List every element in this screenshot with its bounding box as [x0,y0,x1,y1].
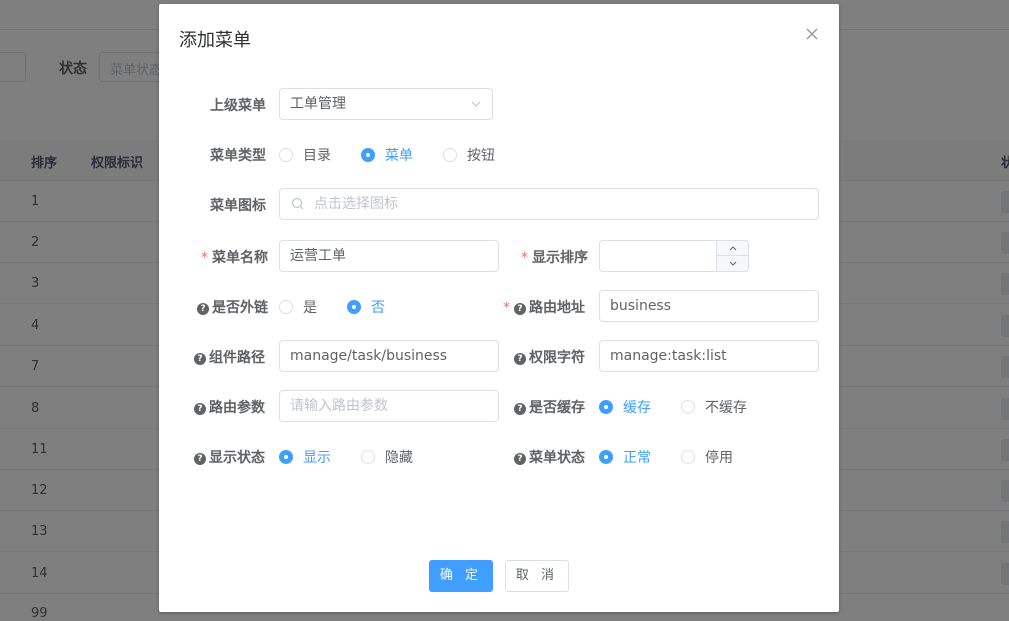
radio-label: 是 [303,300,317,316]
label-text: 菜单名称 [212,250,268,266]
question-icon[interactable]: ? [194,353,206,365]
route-params-input[interactable]: 请输入路由参数 [279,390,499,422]
question-icon[interactable]: ? [197,303,209,315]
radio-circle [681,450,695,464]
menu-name-label: * 菜单名称 [201,247,268,267]
search-icon [291,189,305,219]
is-cache-radio-cache[interactable]: 缓存 [599,397,651,417]
menu-status-radio-normal[interactable]: 正常 [599,447,651,467]
radio-label: 缓存 [623,400,651,416]
menu-icon-placeholder: 点击选择图标 [314,196,398,212]
label-text: 组件路径 [209,350,265,366]
is-external-radio-no[interactable]: 否 [347,297,385,317]
menu-type-radio-menu[interactable]: 菜单 [361,145,413,165]
route-params-label: ? 路由参数 [194,397,265,417]
radio-label: 停用 [705,450,733,466]
radio-label: 按钮 [467,148,495,164]
radio-label: 显示 [303,450,331,466]
route-path-label: *? 路由地址 [503,297,585,317]
visible-label: ? 显示状态 [194,447,265,467]
radio-circle [361,148,375,162]
component-path-label: ? 组件路径 [194,347,265,367]
stepper-increase-button[interactable] [717,241,748,256]
radio-label: 菜单 [385,148,413,164]
stepper-controls [716,241,748,271]
question-icon[interactable]: ? [194,403,206,415]
parent-menu-select[interactable]: 工单管理 [279,88,493,120]
is-cache-radio-nocache[interactable]: 不缓存 [681,397,747,417]
radio-label: 正常 [623,450,651,466]
label-text: 是否缓存 [529,400,585,416]
menu-name-input[interactable]: 运营工单 [279,240,499,272]
menu-status-radio-disabled[interactable]: 停用 [681,447,733,467]
label-text: 路由参数 [209,400,265,416]
radio-circle [599,400,613,414]
confirm-button[interactable]: 确 定 [429,560,493,592]
menu-icon-label: 菜单图标 [210,198,266,214]
question-icon[interactable]: ? [514,453,526,465]
visible-radio-show[interactable]: 显示 [279,447,331,467]
radio-circle [361,450,375,464]
stepper-decrease-button[interactable] [717,256,748,271]
dialog-title: 添加菜单 [179,30,251,51]
radio-label: 不缓存 [705,400,747,416]
label-text: 菜单状态 [529,450,585,466]
close-icon[interactable] [803,25,821,43]
is-external-radio-yes[interactable]: 是 [279,297,317,317]
radio-circle [681,400,695,414]
radio-circle [347,300,361,314]
radio-circle [443,148,457,162]
sort-order-label: * 显示排序 [521,247,588,267]
visible-radio-hide[interactable]: 隐藏 [361,447,413,467]
menu-type-label: 菜单类型 [210,148,266,164]
is-external-label: ? 是否外链 [197,297,268,317]
route-path-input[interactable]: business [599,290,819,322]
menu-type-radio-directory[interactable]: 目录 [279,145,331,165]
is-cache-label: ? 是否缓存 [514,397,585,417]
chevron-down-icon [470,89,482,119]
permission-label: ? 权限字符 [514,347,585,367]
radio-circle [279,300,293,314]
radio-circle [279,148,293,162]
label-text: 显示状态 [209,450,265,466]
menu-status-label: ? 菜单状态 [514,447,585,467]
add-menu-dialog: 添加菜单 上级菜单 工单管理 菜单类型 目录 菜单 按钮 菜单图标 点击选择图标… [159,4,839,612]
question-icon[interactable]: ? [514,403,526,415]
required-asterisk: * [201,250,208,266]
permission-input[interactable]: manage:task:list [599,340,819,372]
required-asterisk: * [521,250,528,266]
radio-circle [599,450,613,464]
cancel-button[interactable]: 取 消 [505,560,569,592]
radio-label: 否 [371,300,385,316]
radio-label: 隐藏 [385,450,413,466]
parent-menu-value: 工单管理 [290,96,346,112]
parent-menu-label: 上级菜单 [210,98,266,114]
question-icon[interactable]: ? [194,453,206,465]
menu-icon-input[interactable]: 点击选择图标 [279,188,819,220]
component-path-input[interactable]: manage/task/business [279,340,499,372]
label-text: 显示排序 [532,250,588,266]
radio-circle [279,450,293,464]
required-asterisk: * [503,300,510,316]
menu-type-radio-button[interactable]: 按钮 [443,145,495,165]
label-text: 权限字符 [529,350,585,366]
label-text: 路由地址 [529,300,585,316]
radio-label: 目录 [303,148,331,164]
label-text: 是否外链 [212,300,268,316]
sort-order-stepper[interactable] [599,240,749,272]
question-icon[interactable]: ? [514,303,526,315]
question-icon[interactable]: ? [514,353,526,365]
